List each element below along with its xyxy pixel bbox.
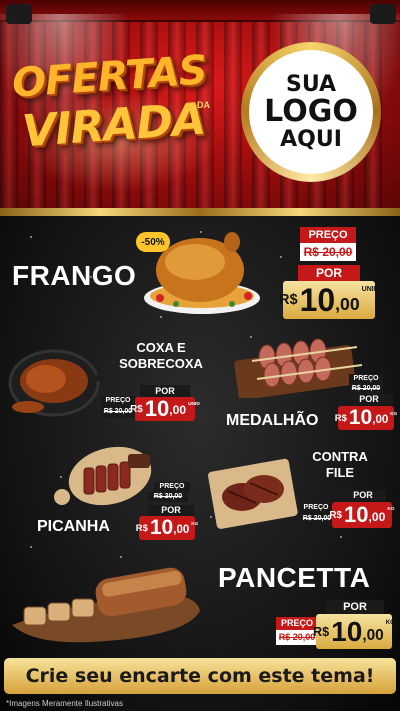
- cta-banner[interactable]: Crie seu encarte com este tema!: [4, 658, 396, 694]
- por-label: POR: [326, 600, 384, 614]
- pancetta-board-image: [12, 567, 200, 643]
- chicken-leg-pan-image: [8, 349, 106, 417]
- logo-placeholder[interactable]: SUA LOGO AQUI: [241, 42, 381, 182]
- por-label: POR: [148, 505, 194, 516]
- new-price-coxa: R$ 10,00 UNID: [130, 396, 200, 421]
- old-price: R$ 20,00: [276, 630, 318, 645]
- product-title-pancetta: PANCETTA: [218, 562, 371, 593]
- price-label: PREÇO: [300, 227, 356, 243]
- old-price: R$ 20,00: [349, 384, 383, 394]
- logo-text-line1: SUA: [285, 72, 337, 98]
- new-price-pancetta: R$ 10,00 KG: [313, 614, 395, 649]
- price-label: PREÇO: [349, 374, 383, 384]
- title-line: FILE: [325, 465, 355, 481]
- por-label: POR: [298, 265, 360, 281]
- gold-divider: [0, 208, 400, 216]
- title-line: CONTRA: [312, 449, 368, 464]
- product-title-coxa: COXA E SOBRECOXA: [106, 340, 216, 373]
- picanha-board-image: [54, 446, 152, 506]
- cta-text: Crie seu encarte com este tema!: [25, 665, 375, 687]
- price-label: PREÇO: [276, 617, 318, 630]
- price-label: PREÇO: [300, 503, 332, 513]
- por-label: POR: [340, 490, 386, 501]
- logo-text-line3: AQUI: [280, 126, 342, 152]
- spotlight-icon: [370, 4, 396, 24]
- price-label: PREÇO: [154, 482, 190, 492]
- brand-da: DA: [197, 100, 210, 110]
- title-line: SOBRECOXA: [119, 356, 203, 372]
- curtain: [224, 0, 242, 210]
- title-line: COXA E: [136, 340, 186, 355]
- medallion-skewers-image: [234, 338, 363, 398]
- header-banner: OFERTAS VIRADA DA SUA LOGO AQUI: [0, 0, 400, 210]
- new-price-medalhao: R$ 10,00 KG: [334, 406, 398, 430]
- disclaimer-text: *Imagens Meramente Ilustrativas: [6, 699, 123, 708]
- logo-text-line2: LOGO: [264, 94, 358, 130]
- new-price-picanha: R$ 10,00 KG: [135, 516, 199, 540]
- brand-title: OFERTAS VIRADA DA: [11, 47, 217, 188]
- product-title-picanha: PICANHA: [37, 518, 110, 535]
- discount-badge: -50%: [136, 232, 170, 252]
- product-title-contrafile: CONTRA FILE: [310, 449, 370, 482]
- contra-file-board-image: [208, 458, 298, 529]
- logo-circle: SUA LOGO AQUI: [249, 50, 373, 174]
- por-label: POR: [345, 394, 393, 405]
- old-price: R$ 20,00: [148, 492, 188, 502]
- new-price-contrafile: R$ 10,00 KG: [329, 502, 395, 528]
- new-price-frango: R$ 10,00 UNID: [279, 281, 379, 319]
- old-price: R$ 20,00: [300, 243, 356, 261]
- spotlight-icon: [6, 4, 32, 24]
- product-title-medalhao: MEDALHÃO: [226, 412, 319, 429]
- product-title-frango: FRANGO: [12, 260, 137, 291]
